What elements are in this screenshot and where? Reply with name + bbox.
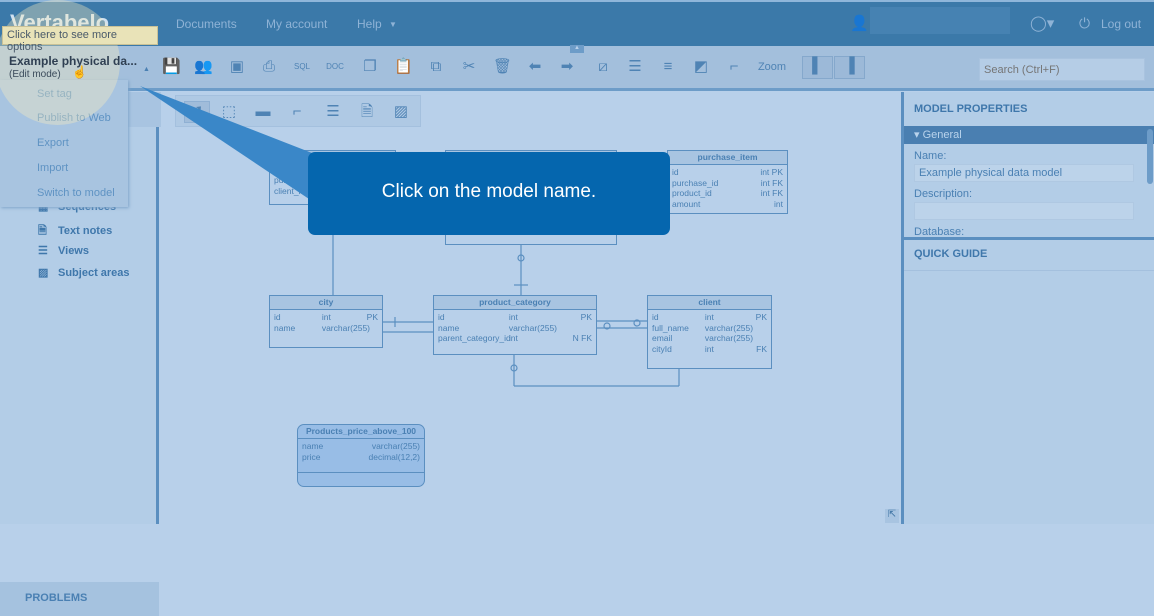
cut-icon[interactable]: ✂ [460,58,478,76]
view-products-price-above-100[interactable]: Products_price_above_100 name varchar(255… [297,424,425,487]
zoom-button[interactable]: Zoom [755,58,789,76]
table-row: email varchar(255) [652,333,754,343]
table-row: id int PK [652,312,767,322]
nav-my-account[interactable]: My account [266,17,327,31]
help-chevron-icon: ▼ [389,20,397,29]
copy-icon[interactable]: ❐ [361,58,379,76]
paste-icon[interactable]: 📋 [394,58,413,76]
undo-icon[interactable]: ⬅ [526,58,544,76]
sql-icon[interactable]: SQL [293,58,311,76]
area-select-icon[interactable]: ⬚ [220,103,238,121]
nav-help[interactable]: Help [357,17,382,31]
add-view-icon[interactable]: ☰ [324,103,342,121]
menu-item-export[interactable]: Export [37,137,69,149]
table-row: name varchar(255) [302,441,420,451]
menu-caret-icon[interactable]: ▲ [143,66,150,73]
note-icon: 🗎 [38,225,47,237]
right-panel-toggle-icon[interactable]: ▐ [834,56,865,79]
add-table-icon[interactable]: ▬ [254,103,272,121]
table-row: parent_category_id int N FK [438,333,592,343]
model-properties-title: MODEL PROPERTIES [914,103,1028,115]
clone-icon[interactable]: ⧉ [427,58,445,76]
redo-icon[interactable]: ➡ [558,58,576,76]
table-product-category[interactable]: product_category id int PK name varchar(255… [433,295,597,355]
description-input[interactable] [914,202,1134,220]
table-client[interactable]: client id int PK full_name varchar(255) ema… [647,295,772,369]
description-label: Description: [914,188,973,200]
tooltip: Click here to see more options [2,26,158,53]
table-row: name varchar(255) [274,322,371,333]
table-row: purchase_id int FK [672,177,783,188]
table-row: id int PK [274,312,378,322]
nav-documents[interactable]: Documents [176,17,237,31]
logout-link[interactable]: Log out [1101,17,1141,31]
table-row: price decimal(12,2) [302,451,420,462]
tree-item-text-notes[interactable]: 🗎 Text notes [38,222,112,241]
table-row: cityId int FK [652,343,767,354]
table-purchase-item[interactable]: purchase_item id int PK purchase_id int FK… [667,150,788,214]
top-nav: Vertabelo Documents My account Help ▼ 👤 … [0,0,1154,46]
model-name-input[interactable]: Example physical data model [914,164,1134,182]
hand-cursor-icon: ☝ [72,65,87,79]
users-icon[interactable]: 👥 [194,58,213,76]
diagram-tools: ➚ ⬚ ▬ ⌐ ☰ 🗎 ▨ [175,95,421,127]
left-panel-toggle-icon[interactable]: ▌ [802,56,833,79]
distribute-icon[interactable]: ≡ [659,58,677,76]
table-row: full_name varchar(255) [652,322,754,333]
search-input[interactable] [979,58,1145,81]
tree-item-views[interactable]: ☰ Views [38,244,89,257]
name-label: Name: [914,150,947,162]
image-icon[interactable]: ▣ [228,58,246,76]
menu-item-switch-to-model[interactable]: Switch to model [37,187,115,199]
table-row: name varchar(255) [438,322,558,333]
username-redacted [870,7,1010,34]
doc-icon[interactable]: DOC [326,58,344,76]
quick-guide-header[interactable]: QUICK GUIDE [904,237,1154,271]
table-row: id int PK [438,312,592,322]
power-icon[interactable]: ⏻ [1079,15,1090,32]
problems-panel[interactable]: PROBLEMS [0,582,159,616]
user-icon[interactable]: 👤 [850,14,869,32]
line-style-icon[interactable]: ⌐ [725,58,743,76]
table-row: id int PK [672,167,783,177]
collapse-toolbar-icon[interactable]: ▲ [570,45,584,53]
minimap-toggle-icon[interactable]: ⇱ [885,509,899,523]
menu-item-import[interactable]: Import [37,162,68,174]
select-tool-icon[interactable]: ➚ [184,101,210,123]
reference-icon[interactable]: ⌐ [288,103,306,121]
views-icon: ☰ [38,245,48,257]
table-row: product_id int FK [672,188,783,198]
right-panel: MODEL PROPERTIES ▾ General Name: Example… [901,92,1154,524]
tutorial-callout: Click on the model name. [308,152,670,235]
general-section-header[interactable]: ▾ General [904,126,1154,144]
table-row: amount int [672,198,783,209]
add-area-icon[interactable]: ▨ [392,103,410,121]
tree-item-subject-areas[interactable]: ▨ Subject areas [38,266,130,279]
align-icon[interactable]: ☰ [626,58,644,76]
table-city[interactable]: city id int PK name varchar(255) [269,295,383,348]
hatched-area-icon: ▨ [38,267,49,279]
save-icon[interactable]: 💾 [162,58,181,76]
delete-icon[interactable]: 🗑 [493,58,512,76]
print-icon[interactable]: ⎙ [260,58,278,76]
scrollbar[interactable] [1147,129,1153,184]
order-icon[interactable]: ◩ [692,58,710,76]
model-mode: (Edit mode) [9,69,61,80]
edit-icon[interactable]: ⧄ [594,58,612,76]
add-note-icon[interactable]: 🗎 [358,103,376,121]
chat-icon[interactable]: ◯▾ [1030,14,1054,32]
